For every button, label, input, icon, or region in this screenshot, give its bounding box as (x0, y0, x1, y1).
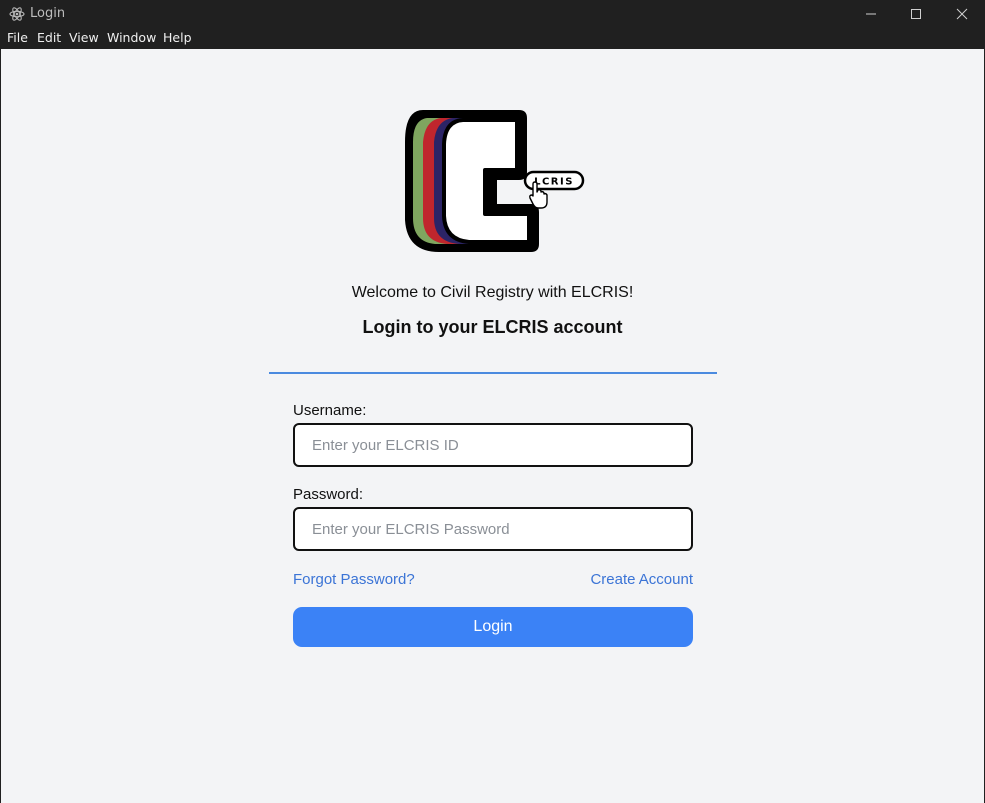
create-account-link[interactable]: Create Account (590, 571, 693, 588)
password-label: Password: (293, 486, 364, 503)
menu-help[interactable]: Help (163, 30, 192, 45)
login-button[interactable]: Login (293, 607, 693, 647)
maximize-icon (911, 9, 921, 19)
minimize-icon (866, 13, 876, 15)
login-page: LCRIS Welcome to Civil Registry with ELC… (1, 49, 984, 803)
menu-view[interactable]: View (69, 30, 99, 45)
close-icon (956, 8, 968, 20)
electron-icon (9, 7, 25, 21)
menu-file[interactable]: File (7, 30, 28, 45)
maximize-button[interactable] (893, 0, 939, 28)
app-window: Login File Edit View Window Help LCRIS W… (0, 0, 985, 803)
username-field-box (293, 423, 693, 467)
forgot-password-link[interactable]: Forgot Password? (293, 571, 415, 588)
close-button[interactable] (939, 0, 985, 28)
password-input[interactable] (295, 509, 691, 549)
window-title: Login (30, 6, 66, 21)
welcome-text: Welcome to Civil Registry with ELCRIS! (351, 284, 634, 301)
password-field-box (293, 507, 693, 551)
page-title: Login to your ELCRIS account (362, 317, 623, 337)
elcris-logo: LCRIS (405, 110, 585, 252)
menu-window[interactable]: Window (107, 30, 156, 45)
login-button-label: Login (473, 618, 513, 635)
menu-bar: File Edit View Window Help (0, 28, 985, 49)
title-bar[interactable]: Login (0, 0, 985, 28)
username-label: Username: (293, 402, 367, 419)
logo-pill-text: LCRIS (534, 177, 574, 188)
menu-edit[interactable]: Edit (37, 30, 61, 45)
title-divider (269, 372, 717, 374)
minimize-button[interactable] (848, 0, 894, 28)
username-input[interactable] (295, 425, 691, 465)
